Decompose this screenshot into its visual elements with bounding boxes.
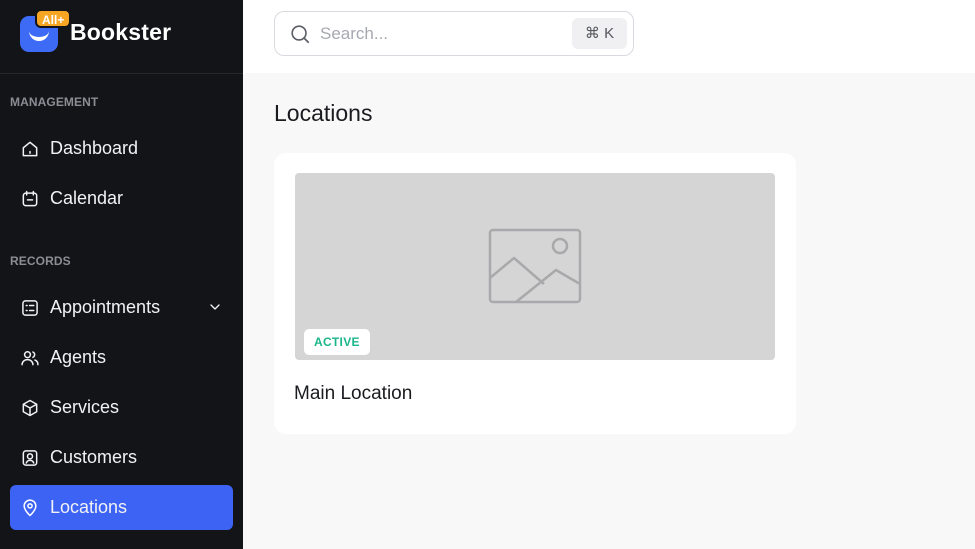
location-image-placeholder: ACTIVE: [295, 173, 775, 360]
search-placeholder: Search...: [320, 24, 389, 43]
sidebar-item-dashboard[interactable]: Dashboard: [10, 126, 233, 171]
sidebar-item-label: Locations: [50, 497, 128, 517]
calendar-icon: [22, 190, 38, 206]
users-icon: [21, 350, 39, 365]
page-title: Locations: [274, 100, 373, 126]
location-name[interactable]: Main Location: [294, 383, 412, 405]
sidebar-item-label: Agents: [50, 347, 107, 367]
sidebar-item-label: Customers: [50, 447, 138, 467]
sidebar-item-calendar[interactable]: Calendar: [10, 176, 233, 221]
sidebar-item-label: Calendar: [50, 188, 124, 208]
sidebar-item-locations[interactable]: Locations: [10, 485, 233, 530]
topbar: Search... ⌘ K: [243, 0, 975, 73]
chevron-down-icon[interactable]: [207, 299, 223, 315]
sidebar-item-services[interactable]: Services: [10, 385, 233, 430]
sidebar-item-agents[interactable]: Agents: [10, 335, 233, 380]
sidebar-item-label: Appointments: [50, 297, 161, 317]
plan-badge: All+: [35, 9, 72, 28]
keyboard-shortcut-badge: ⌘ K: [572, 18, 627, 49]
map-pin-icon: [23, 498, 37, 517]
user-square-icon: [22, 449, 38, 466]
sidebar-item-appointments[interactable]: Appointments: [10, 285, 233, 330]
home-icon: [22, 141, 38, 156]
sidebar-item-customers[interactable]: Customers: [10, 435, 233, 480]
section-label-records: RECORDS: [10, 254, 71, 268]
search-input[interactable]: Search... ⌘ K: [274, 11, 634, 56]
location-card[interactable]: ACTIVE Main Location: [274, 153, 796, 434]
box-icon: [22, 399, 38, 416]
search-icon: [291, 25, 310, 44]
brand-name: Bookster: [70, 19, 172, 45]
checklist-icon: [22, 299, 38, 316]
section-label-management: MANAGEMENT: [10, 95, 99, 109]
sidebar-item-label: Services: [50, 397, 120, 417]
image-placeholder-icon: [488, 228, 582, 304]
brand[interactable]: All+ Bookster: [0, 0, 243, 74]
sidebar: All+ Bookster MANAGEMENT Dashboard Calen…: [0, 0, 243, 549]
sidebar-item-label: Dashboard: [50, 138, 139, 158]
status-badge: ACTIVE: [304, 329, 370, 355]
